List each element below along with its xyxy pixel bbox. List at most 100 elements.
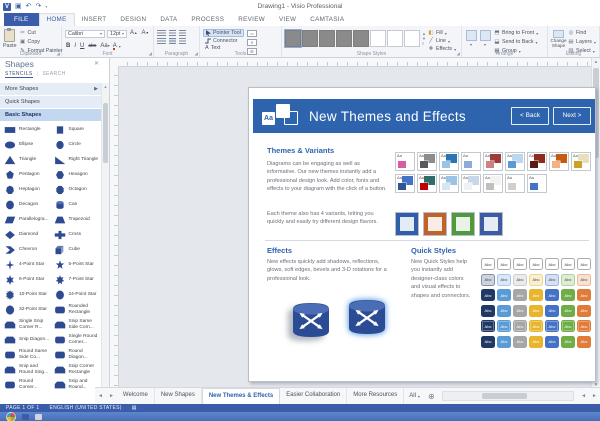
send-to-back-button[interactable]: ⬓Send to Back▾ (494, 39, 538, 46)
quick-style-swatch[interactable]: Abc (545, 320, 559, 332)
theme-thumbnail[interactable]: Aa (549, 152, 569, 171)
shape-single-snip-corner-r[interactable]: Single Snip Corner R... (2, 317, 52, 332)
scrollbar-thumb[interactable] (103, 103, 108, 163)
ribbon-tab-view[interactable]: VIEW (272, 13, 303, 26)
italic-button[interactable]: I (73, 42, 77, 51)
theme-thumbnail[interactable]: Aa (417, 152, 437, 171)
theme-thumbnail[interactable]: Aa (527, 174, 547, 193)
quick-style-swatch[interactable]: Abc (481, 336, 495, 348)
quick-style-swatch[interactable]: Abc (577, 336, 591, 348)
theme-thumbnail[interactable]: Aa (571, 152, 591, 171)
indent-increase-icon[interactable] (179, 30, 186, 36)
theme-thumbnail[interactable]: Aa (417, 174, 437, 193)
scrollbar-thumb[interactable] (482, 393, 528, 399)
scroll-up-icon[interactable]: ▲ (102, 84, 109, 89)
router-shape[interactable] (289, 300, 333, 345)
shape-diamond[interactable]: Diamond (2, 227, 52, 242)
theme-variant-thumbnail[interactable] (451, 212, 475, 236)
shape-octagon[interactable]: Octagon (52, 182, 102, 197)
quick-style-swatch[interactable]: Abc (577, 274, 591, 286)
theme-thumbnail[interactable]: Aa (461, 152, 481, 171)
shapes-panel-tab-search[interactable]: SEARCH (42, 71, 65, 78)
quick-style-swatch[interactable]: Abc (513, 320, 527, 332)
quick-style-swatch[interactable]: Abc (529, 258, 543, 270)
shape-style-swatch[interactable] (404, 30, 420, 47)
ribbon-tab-camtasia[interactable]: CAMTASIA (303, 13, 351, 26)
next-button[interactable]: Next > (553, 107, 591, 125)
shape-style-swatch[interactable] (302, 30, 318, 47)
quick-style-swatch[interactable]: Abc (561, 258, 575, 270)
shape-round-corner[interactable]: Round Corner... (2, 377, 52, 392)
quick-style-swatch[interactable]: Abc (577, 258, 591, 270)
shape-circle[interactable]: Circle (52, 137, 102, 152)
font-color-dropdown[interactable]: ▾ (119, 44, 121, 49)
shape-rounded-rectangle[interactable]: Rounded Rectangle (52, 302, 102, 317)
find-button[interactable]: ◎Find (568, 30, 596, 37)
quick-style-swatch[interactable]: Abc (577, 320, 591, 332)
scroll-right-icon[interactable]: ► (589, 393, 600, 399)
quick-style-swatch[interactable]: Abc (497, 305, 511, 317)
shape-style-swatch[interactable] (285, 30, 301, 47)
theme-thumbnail[interactable]: Aa (461, 174, 481, 193)
strikethrough-button[interactable]: abc (87, 42, 97, 51)
quick-style-swatch[interactable]: Abc (561, 274, 575, 286)
ribbon-tab-data[interactable]: DATA (153, 13, 184, 26)
font-dialog-launcher[interactable]: ◢ (149, 51, 152, 57)
shape-10-point-star[interactable]: 10-Point Star (2, 287, 52, 302)
shape-right-triangle[interactable]: Right Triangle (52, 152, 102, 167)
page-indicator[interactable]: PAGE 1 OF 1 (6, 405, 40, 411)
quick-style-swatch[interactable]: Abc (545, 305, 559, 317)
quick-style-swatch[interactable]: Abc (561, 336, 575, 348)
stencil-more-shapes[interactable]: More Shapes▶ (0, 83, 102, 96)
quick-style-swatch[interactable]: Abc (529, 305, 543, 317)
connector-tool-button[interactable]: Connector (203, 38, 244, 44)
quick-style-swatch[interactable]: Abc (529, 274, 543, 286)
shape-snip-corner-rectangle[interactable]: Snip Corner Rectangle (52, 362, 102, 377)
shape-rectangle[interactable]: Rectangle (2, 122, 52, 137)
quick-style-swatch[interactable]: Abc (513, 289, 527, 301)
quick-style-swatch[interactable]: Abc (497, 289, 511, 301)
proofing-status-icon[interactable]: ▤ (132, 405, 137, 411)
shape-6-point-star[interactable]: 6-Point Star (2, 272, 52, 287)
shape-square[interactable]: Square (52, 122, 102, 137)
quick-style-swatch[interactable]: Abc (513, 274, 527, 286)
router-shape-glow-effect[interactable] (345, 297, 389, 342)
quick-style-swatch[interactable]: Abc (481, 305, 495, 317)
shape-style-swatch[interactable] (387, 30, 403, 47)
shape-4-point-star[interactable]: 4-Point Star (2, 257, 52, 272)
quick-style-swatch[interactable]: Abc (529, 320, 543, 332)
shape-hexagon[interactable]: Hexagon (52, 167, 102, 182)
shape-snip-and-round[interactable]: Snip and Round... (52, 377, 102, 392)
align-center-icon[interactable] (169, 38, 176, 44)
connection-point-icon[interactable]: ✕ (247, 39, 257, 46)
paste-button[interactable]: Paste (3, 28, 17, 49)
insert-page-icon[interactable]: ⊕ (425, 392, 438, 401)
quick-style-swatch[interactable]: Abc (497, 320, 511, 332)
shrink-font-button[interactable]: A▼ (140, 29, 149, 38)
quick-style-swatch[interactable]: Abc (481, 289, 495, 301)
paragraph-dialog-launcher[interactable]: ◢ (195, 51, 198, 57)
line-button[interactable]: ╱Line▾ (428, 38, 456, 45)
shape-5-point-star[interactable]: 5-Point Star (52, 257, 102, 272)
shape-ellipse[interactable]: Ellipse (2, 137, 52, 152)
theme-thumbnail[interactable]: Aa (395, 174, 415, 193)
drawing-canvas[interactable]: ▲ ▼ Aa New Themes and Effects < Back Nex… (110, 58, 600, 388)
shape-triangle[interactable]: Triangle (2, 152, 52, 167)
underline-button[interactable]: U (79, 42, 85, 51)
shape-round-same-side-co[interactable]: Round Same Side Co... (2, 347, 52, 362)
page-tab-new-shapes[interactable]: New Shapes (155, 388, 202, 404)
quick-style-swatch[interactable]: Abc (481, 274, 495, 286)
page-tab-welcome[interactable]: Welcome (117, 388, 155, 404)
align-button[interactable]: ▾ (465, 28, 477, 48)
language-indicator[interactable]: ENGLISH (UNITED STATES) (50, 405, 122, 411)
shape-style-swatch[interactable] (319, 30, 335, 47)
page-tab-more-resources[interactable]: More Resources (347, 388, 404, 404)
quick-style-swatch[interactable]: Abc (513, 258, 527, 270)
quick-style-swatch[interactable]: Abc (577, 305, 591, 317)
shape-decagon[interactable]: Decagon (2, 197, 52, 212)
ribbon-tab-design[interactable]: DESIGN (113, 13, 153, 26)
theme-thumbnail[interactable]: Aa (505, 174, 525, 193)
shape-7-point-star[interactable]: 7-Point Star (52, 272, 102, 287)
quick-style-swatch[interactable]: Abc (481, 258, 495, 270)
shape-trapezoid[interactable]: Trapezoid (52, 212, 102, 227)
